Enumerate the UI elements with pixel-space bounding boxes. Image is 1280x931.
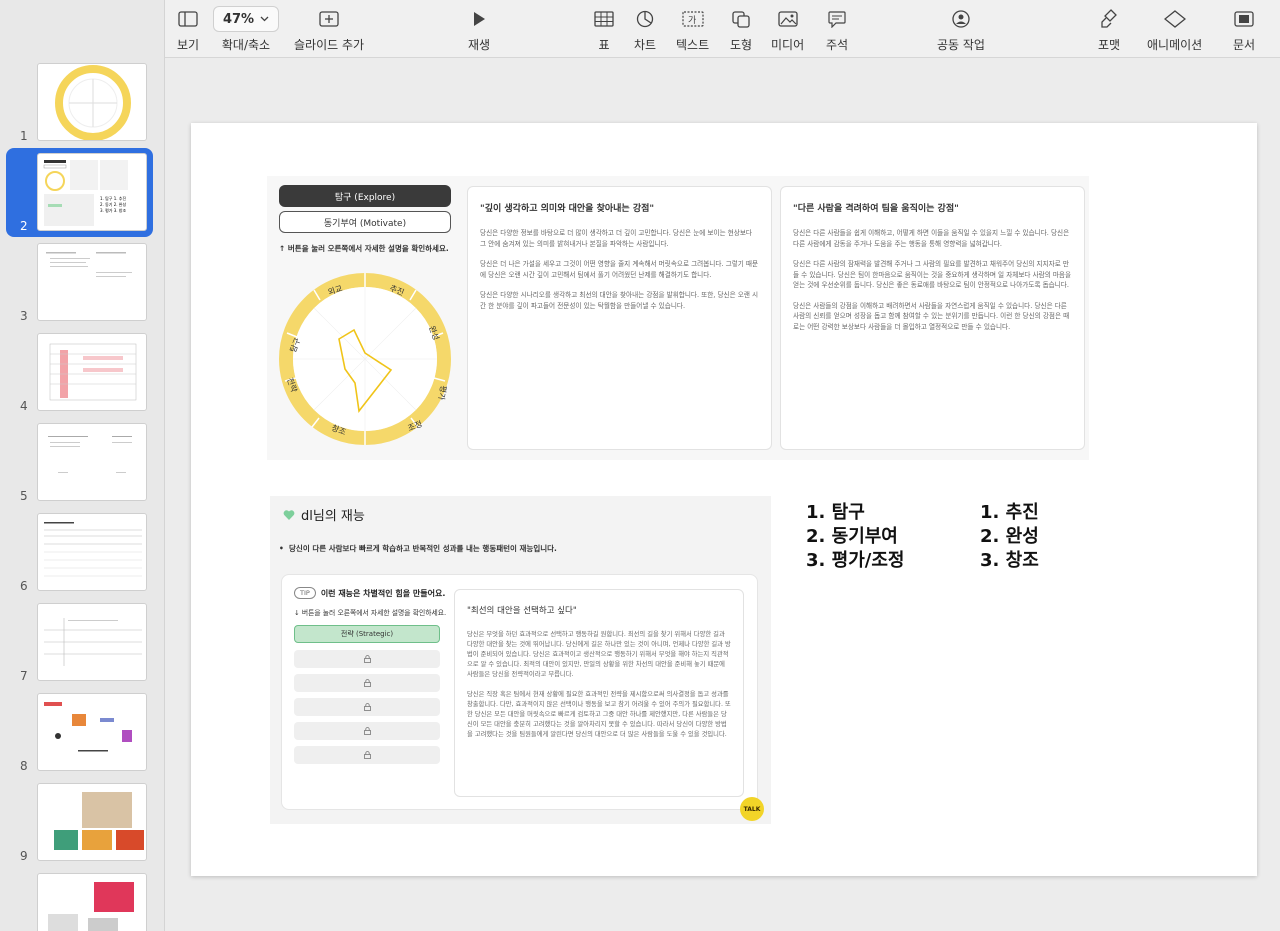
explore-description-card: "깊이 생각하고 의미와 대안을 찾아내는 강점" 당신은 다양한 정보를 바탕… xyxy=(467,186,772,450)
motivate-description-card: "다른 사람을 격려하여 팀을 움직이는 강점" 당신은 다른 사람들을 쉽게 … xyxy=(780,186,1085,450)
svg-text:3. 평가 3. 창조: 3. 평가 3. 창조 xyxy=(100,207,126,213)
ranking-list-right: 1. 추진 2. 완성 3. 창조 xyxy=(980,501,1039,573)
document-button[interactable]: 문서 xyxy=(1231,8,1257,53)
table-button[interactable]: 표 xyxy=(591,8,617,53)
paintbrush-icon xyxy=(1096,8,1122,30)
tab-motivate[interactable]: 동기부여 (Motivate) xyxy=(279,211,451,233)
comment-icon xyxy=(824,8,850,30)
thumb-image xyxy=(37,603,147,681)
slide-thumbnail-6[interactable]: 6 xyxy=(0,513,164,595)
list-item: 2. 동기부여 xyxy=(806,526,898,547)
play-button[interactable]: 재생 xyxy=(466,8,492,53)
slide-thumbnail-9[interactable]: 9 xyxy=(0,783,164,865)
talent-subtitle: • 당신이 다른 사람보다 빠르게 학습하고 반복적인 성과를 내는 행동패턴이… xyxy=(279,544,557,553)
list-item: 2. 완성 xyxy=(980,526,1039,547)
add-slide-icon xyxy=(316,8,342,30)
hint-text-2: ↓ 버튼을 눌러 오른쪽에서 자세한 설명을 확인하세요. xyxy=(294,609,447,617)
chart-button[interactable]: 차트 xyxy=(632,8,658,53)
locked-talent-4[interactable] xyxy=(294,722,440,740)
zoom-dropdown[interactable]: 47% xyxy=(213,6,279,32)
locked-talent-2[interactable] xyxy=(294,674,440,692)
strategic-button[interactable]: 전략 (Strategic) xyxy=(294,625,440,643)
thumb-image xyxy=(37,63,147,141)
diamond-icon xyxy=(1162,8,1188,30)
locked-talent-1[interactable] xyxy=(294,650,440,668)
shape-icon xyxy=(728,8,754,30)
lock-icon xyxy=(363,679,371,687)
svg-text:가: 가 xyxy=(688,15,696,26)
document-icon xyxy=(1231,8,1257,30)
play-icon xyxy=(466,8,492,30)
thumb-image xyxy=(37,243,147,321)
slide-thumbnail-4[interactable]: 4 xyxy=(0,333,164,415)
thumb-image xyxy=(37,693,147,771)
tip-badge: TIP xyxy=(294,587,316,599)
thumb-image xyxy=(37,333,147,411)
comment-button[interactable]: 주석 xyxy=(824,8,850,53)
add-slide-button[interactable]: 슬라이드 추가 xyxy=(294,8,364,53)
photo-icon xyxy=(775,8,801,30)
list-item: 1. 추진 xyxy=(980,502,1039,523)
table-icon xyxy=(591,8,617,30)
thumb-number: 8 xyxy=(20,759,28,773)
lock-icon xyxy=(363,703,371,711)
list-item: 3. 창조 xyxy=(980,550,1039,571)
svg-text:1. 탐구 1. 추진: 1. 탐구 1. 추진 xyxy=(100,195,126,201)
collaborate-button[interactable]: 공동 작업 xyxy=(937,8,985,53)
lock-icon xyxy=(363,727,371,735)
locked-talent-5[interactable] xyxy=(294,746,440,764)
slide-thumbnail-5[interactable]: 5 xyxy=(0,423,164,505)
view-button[interactable]: 보기 xyxy=(175,8,201,53)
slide-canvas[interactable]: 탐구 (Explore) 동기부여 (Motivate) ↑ 버튼을 눌러 오른… xyxy=(191,123,1257,876)
list-item: 3. 평가/조정 xyxy=(806,550,905,571)
talent-heading: dl님의 재능 xyxy=(283,505,365,524)
sidebar-icon xyxy=(175,8,201,30)
thumb-number: 4 xyxy=(20,399,28,413)
strategic-description-card: "최선의 대안을 선택하고 싶다" 당신은 무엇을 하던 효과적으로 선택하고 … xyxy=(454,589,744,797)
pie-chart-icon xyxy=(632,8,658,30)
thumb-image: 1. 탐구 1. 추진 2. 동기 2. 완성 3. 평가 3. 창조 xyxy=(37,153,147,231)
slide-thumbnail-2[interactable]: 1. 탐구 1. 추진 2. 동기 2. 완성 3. 평가 3. 창조 2 xyxy=(0,148,164,237)
thumb-number: 2 xyxy=(20,219,28,233)
tip-row: TIP 이런 재능은 차별적인 힘을 만들어요. xyxy=(294,587,445,599)
slide-thumbnail-7[interactable]: 7 xyxy=(0,603,164,685)
thumb-number: 6 xyxy=(20,579,28,593)
zoom-control[interactable]: 47% 확대/축소 xyxy=(213,6,279,53)
collaborate-icon xyxy=(948,8,974,30)
animate-button[interactable]: 애니메이션 xyxy=(1147,8,1202,53)
ranking-list-left: 1. 탐구 2. 동기부여 3. 평가/조정 xyxy=(806,501,904,573)
toolbar: 보기 47% 확대/축소 슬라이드 추가 재생 표 차트 가 텍스트 도형 미디… xyxy=(165,0,1280,58)
hint-text: ↑ 버튼을 눌러 오른쪽에서 자세한 설명을 확인하세요. xyxy=(279,244,449,253)
slide-thumbnail-10[interactable] xyxy=(0,873,164,931)
slide-thumbnail-3[interactable]: 3 xyxy=(0,243,164,325)
locked-talent-3[interactable] xyxy=(294,698,440,716)
shape-button[interactable]: 도형 xyxy=(728,8,754,53)
thumb-image xyxy=(37,873,147,931)
lock-icon xyxy=(363,751,371,759)
thumb-number: 5 xyxy=(20,489,28,503)
heart-icon xyxy=(283,509,295,520)
svg-text:2. 동기 2. 완성: 2. 동기 2. 완성 xyxy=(100,201,126,207)
text-box-icon: 가 xyxy=(680,8,706,30)
thumb-number: 9 xyxy=(20,849,28,863)
thumb-number: 3 xyxy=(20,309,28,323)
slide-navigator: 1 1. 탐구 1. 추진 2. 동기 2. 완성 3. 평가 3. 창조 2 xyxy=(0,0,165,931)
slide-thumbnail-8[interactable]: 8 xyxy=(0,693,164,775)
thumb-image xyxy=(37,423,147,501)
tab-explore[interactable]: 탐구 (Explore) xyxy=(279,185,451,207)
thumb-image xyxy=(37,513,147,591)
kakaotalk-button[interactable]: TALK xyxy=(740,797,764,821)
media-button[interactable]: 미디어 xyxy=(771,8,804,53)
slide-thumbnail-1[interactable]: 1 xyxy=(0,63,164,145)
lock-icon xyxy=(363,655,371,663)
format-button[interactable]: 포맷 xyxy=(1096,8,1122,53)
list-item: 1. 탐구 xyxy=(806,502,865,523)
text-button[interactable]: 가 텍스트 xyxy=(676,8,709,53)
thumb-image xyxy=(37,783,147,861)
thumb-number: 7 xyxy=(20,669,28,683)
radar-chart: 추진 완성 평가 조정 창조 전략 탐구 외교 xyxy=(279,273,451,445)
thumb-number: 1 xyxy=(20,129,28,143)
chevron-down-icon xyxy=(260,16,269,22)
